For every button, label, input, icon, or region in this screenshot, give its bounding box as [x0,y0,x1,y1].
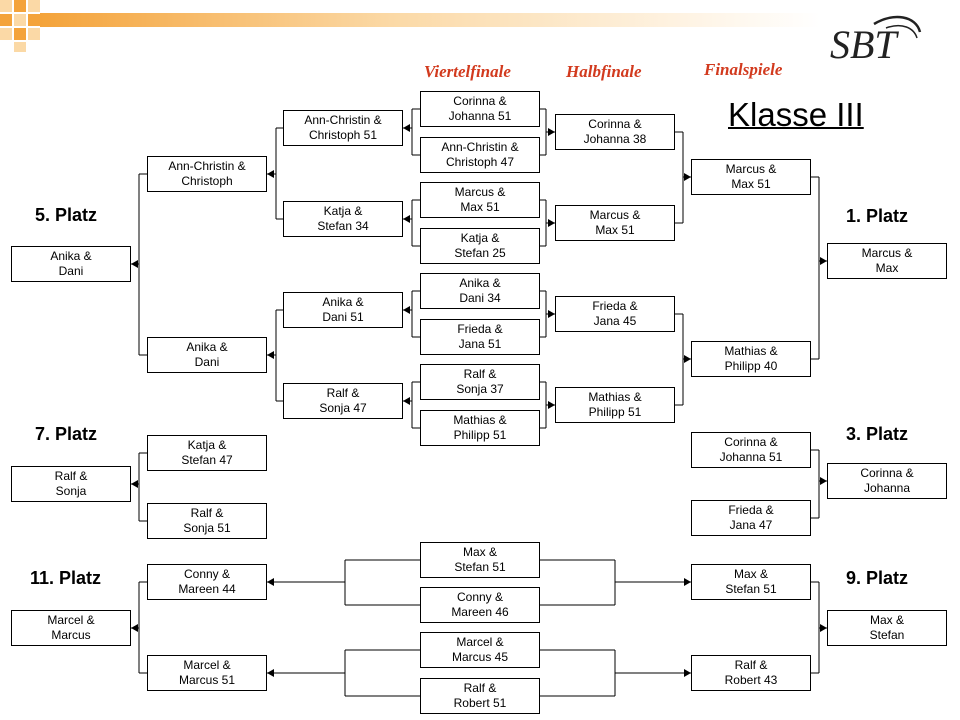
loser-round2-box-a: Ann-Christin & Christoph [147,156,267,192]
loser-round2-box-b: Anika & Dani [147,337,267,373]
bracket-arrow [684,578,691,586]
class-title: Klasse III [728,96,864,133]
place-11-winner-box: Marcel & Marcus [11,610,131,646]
place-5-winner-box: Anika & Dani [11,246,131,282]
lower-match-box-2: Conny & Mareen 46 [420,587,540,623]
place-7-winner-box: Ralf & Sonja [11,466,131,502]
bracket-arrow [548,128,555,136]
place-9-box-a: Max & Stefan 51 [691,564,811,600]
place-7-label: 7. Platz [35,424,98,444]
final-box-1: Marcus & Max 51 [691,159,811,195]
place-11-box-b: Marcel & Marcus 51 [147,655,267,691]
bracket-arrow [820,477,827,485]
loser-round1-box-d: Ralf & Sonja 47 [283,383,403,419]
quarterfinal-match-1b: Ann-Christin & Christoph 47 [420,137,540,173]
bracket-arrow [684,355,691,363]
bracket-arrow [548,310,555,318]
place-11-label: 11. Platz [30,568,102,588]
lower-match-box-1: Max & Stefan 51 [420,542,540,578]
final-box-2: Mathias & Philipp 40 [691,341,811,377]
bracket-arrow [131,480,138,488]
place-5-label: 5. Platz [35,205,98,225]
bracket-arrow [403,124,410,132]
place-7-box-b: Ralf & Sonja 51 [147,503,267,539]
place-1-label: 1. Platz [846,206,909,226]
place-7-box-a: Katja & Stefan 47 [147,435,267,471]
svg-text:SBT: SBT [830,22,899,67]
place-9-box-b: Ralf & Robert 43 [691,655,811,691]
bracket-arrow [131,260,138,268]
bracket-arrow [267,578,274,586]
bracket-arrow [403,215,410,223]
semifinal-box-3: Frieda & Jana 45 [555,296,675,332]
semifinal-box-2: Marcus & Max 51 [555,205,675,241]
sbt-logo: SBT [830,15,922,67]
lower-match-box-4: Ralf & Robert 51 [420,678,540,714]
bracket-arrow [820,624,827,632]
lower-match-box-3: Marcel & Marcus 45 [420,632,540,668]
bracket-arrow [820,257,827,265]
quarterfinal-match-3a: Anika & Dani 34 [420,273,540,309]
bracket-arrow [684,173,691,181]
bracket-arrow [548,219,555,227]
place-1-winner-box: Marcus & Max [827,243,947,279]
quarterfinal-match-1a: Corinna & Johanna 51 [420,91,540,127]
place-11-box-a: Conny & Mareen 44 [147,564,267,600]
bracket-arrow [403,397,410,405]
place-9-winner-box: Max & Stefan [827,610,947,646]
bracket-arrow [131,624,138,632]
quarterfinal-match-4b: Mathias & Philipp 51 [420,410,540,446]
loser-round1-box-c: Anika & Dani 51 [283,292,403,328]
quarterfinal-match-3b: Frieda & Jana 51 [420,319,540,355]
loser-round1-box-b: Katja & Stefan 34 [283,201,403,237]
bracket-arrow [548,401,555,409]
place-9-label: 9. Platz [846,568,909,588]
semifinal-box-1: Corinna & Johanna 38 [555,114,675,150]
semifinal-header: Halbfinale [566,62,642,81]
bracket-arrow [403,306,410,314]
loser-round1-box-a: Ann-Christin & Christoph 51 [283,110,403,146]
place-3-winner-box: Corinna & Johanna [827,463,947,499]
bracket-arrow [267,170,274,178]
place-3-box-b: Frieda & Jana 47 [691,500,811,536]
semifinal-box-4: Mathias & Philipp 51 [555,387,675,423]
corner-decoration [0,0,820,52]
place-3-box-a: Corinna & Johanna 51 [691,432,811,468]
quarterfinal-match-2a: Marcus & Max 51 [420,182,540,218]
bracket-arrow [267,669,274,677]
final-header: Finalspiele [704,60,783,79]
quarterfinal-match-2b: Katja & Stefan 25 [420,228,540,264]
quarterfinal-header: Viertelfinale [424,62,511,81]
bracket-arrow [684,669,691,677]
place-3-label: 3. Platz [846,424,909,444]
quarterfinal-match-4a: Ralf & Sonja 37 [420,364,540,400]
bracket-arrow [267,351,274,359]
